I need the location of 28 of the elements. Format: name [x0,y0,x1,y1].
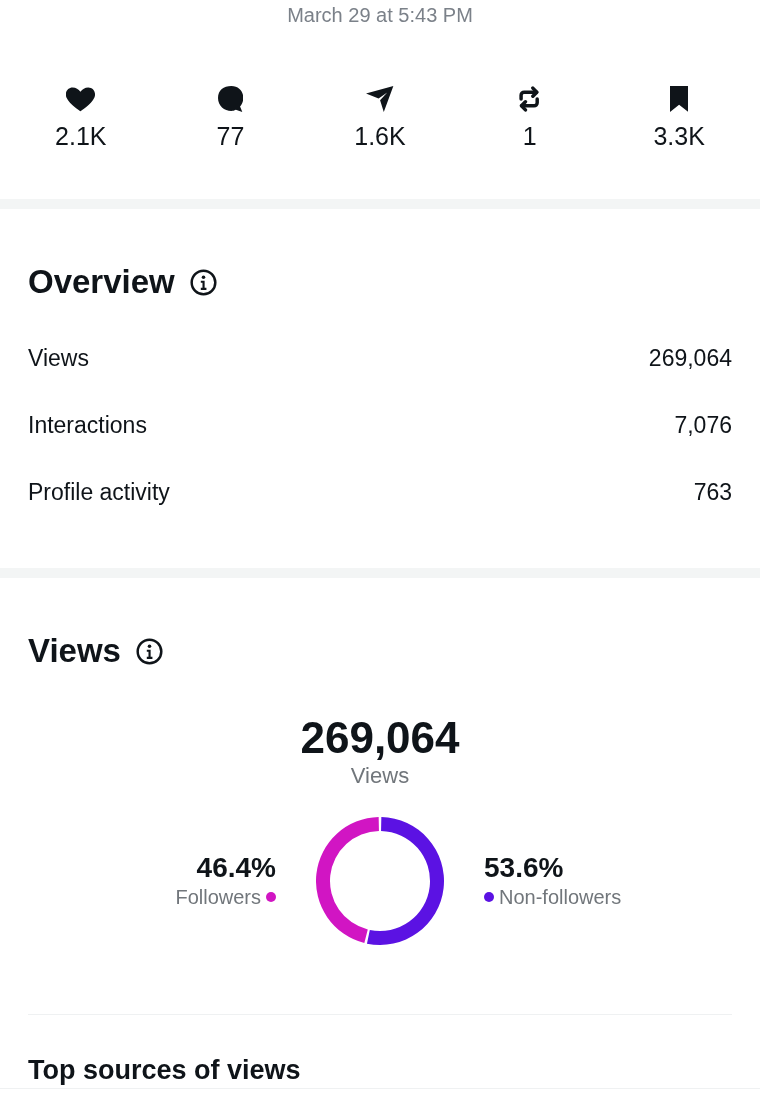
metric-value: 7,076 [674,412,732,439]
metric-value: 763 [693,479,732,506]
engagement-count: 3.3K [653,121,705,151]
percentage-value: 53.6% [484,852,564,884]
heart-icon [66,86,96,112]
section-heading: Overview [28,262,175,302]
percentage-value: 46.4% [196,852,276,884]
engagement-count: 77 [216,121,245,151]
engagement-count: 1 [522,121,537,151]
post-timestamp: March 29 at 5:43 PM [286,3,474,27]
info-icon[interactable] [189,268,217,296]
metric-label: Views [28,345,89,372]
metric-label: Profile activity [28,479,170,506]
section-heading: Views [28,631,121,671]
metric-value: 269,064 [648,345,732,372]
engagement-count: 2.1K [55,121,107,151]
info-icon[interactable] [135,637,163,665]
total-views: 269,064 [299,713,461,763]
section-heading: Top sources of views [28,1054,302,1087]
paper-plane-icon [366,86,394,112]
total-views-label: Views [349,763,411,789]
engagement-count: 1.6K [354,121,406,151]
metric-label: Interactions [28,412,147,439]
bookmark-icon [670,86,689,112]
legend-label: Followers [175,885,261,910]
legend-label: Non-followers [499,885,622,910]
speech-bubble-icon [217,86,244,112]
repost-icon [518,86,541,112]
